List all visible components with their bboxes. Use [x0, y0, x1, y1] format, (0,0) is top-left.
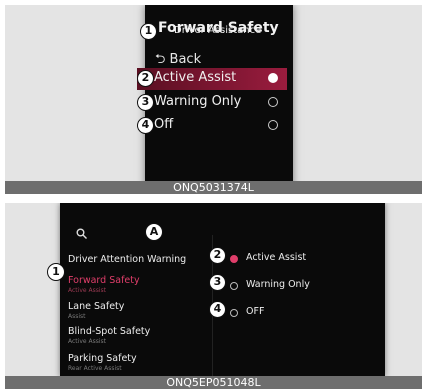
search-icon[interactable]	[76, 228, 87, 239]
menu-item-label: Blind-Spot Safety	[68, 326, 151, 337]
option-warning-only[interactable]: Warning Only	[137, 92, 287, 114]
callout-2: 2	[137, 70, 154, 87]
menu-item-sublabel: Rear Active Assist	[68, 365, 122, 372]
radio-icon	[268, 97, 278, 107]
callout-4: 4	[209, 301, 226, 318]
callout-a: A	[145, 223, 163, 241]
option-label: Active Assist	[154, 70, 237, 85]
callout-1: 1	[140, 23, 157, 40]
menu-item-driver-attention-warning[interactable]: Driver Attention Warning	[68, 254, 193, 265]
callout-4: 4	[137, 117, 154, 134]
menu-item-sublabel: Active Assist	[68, 287, 106, 294]
option-label: Off	[154, 117, 174, 132]
caption-2: ONQ5EP051048L	[5, 376, 422, 389]
option-label: Warning Only	[154, 94, 242, 109]
menu-item-sublabel: Assist	[68, 313, 86, 320]
radio-selected-icon	[230, 255, 238, 263]
radio-icon	[230, 309, 238, 317]
menu-item-label: Driver Attention Warning	[68, 254, 187, 265]
option-off[interactable]: Off	[137, 115, 287, 137]
radio-selected-icon	[268, 73, 278, 83]
menu-item-label: Lane Safety	[68, 301, 125, 312]
radio-icon	[268, 120, 278, 130]
menu-item-sublabel: Active Assist	[68, 338, 106, 345]
callout-2: 2	[209, 247, 226, 264]
option-active-assist[interactable]: Active Assist	[137, 68, 287, 90]
menu-item-lane-safety[interactable]: Lane Safety Assist	[68, 301, 193, 320]
callout-3: 3	[209, 274, 226, 291]
page-title: Driver Assistance	[174, 25, 262, 36]
callout-1: 1	[47, 263, 65, 281]
menu-item-forward-safety[interactable]: Forward Safety Active Assist	[68, 275, 193, 294]
menu-item-parking-safety[interactable]: Parking Safety Rear Active Assist	[68, 353, 193, 372]
menu-item-blind-spot-safety[interactable]: Blind-Spot Safety Active Assist	[68, 326, 193, 345]
option-label: OFF	[246, 306, 265, 317]
option-label: Active Assist	[246, 252, 307, 263]
menu-item-label: Forward Safety	[68, 275, 140, 286]
caption-1: ONQ5031374L	[5, 181, 422, 194]
option-label: Warning Only	[246, 279, 310, 290]
radio-icon	[230, 282, 238, 290]
callout-3: 3	[137, 94, 154, 111]
menu-item-label: Parking Safety	[68, 353, 137, 364]
